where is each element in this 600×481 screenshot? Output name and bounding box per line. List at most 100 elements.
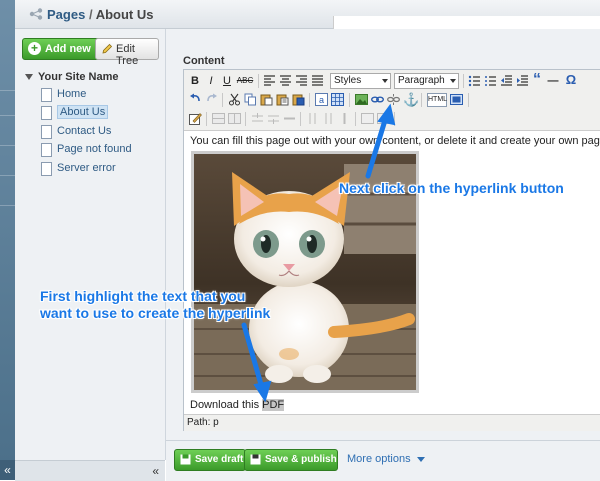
toolbar-divider — [245, 112, 246, 126]
numbered-list-icon[interactable] — [484, 74, 497, 87]
toolbar-divider — [394, 112, 395, 126]
styles-select[interactable]: Styles — [330, 73, 391, 89]
chevron-down-icon — [416, 456, 425, 462]
page-icon — [41, 106, 52, 120]
save-draft-label: Save draft — [195, 454, 244, 465]
tree-item-label: Contact Us — [57, 125, 112, 137]
bold-button[interactable]: B — [189, 74, 201, 88]
strip-collapse-button[interactable]: « — [0, 460, 15, 480]
strip-divider — [0, 145, 15, 146]
edit-tree-button[interactable]: Edit Tree — [95, 38, 159, 67]
strikethrough-button[interactable]: ABC — [236, 74, 254, 88]
toolbar-divider — [222, 93, 223, 107]
more-options-dropdown[interactable]: More options — [347, 453, 425, 465]
breadcrumb: Pages / About Us — [47, 7, 153, 22]
insert-col-before-icon — [309, 113, 316, 124]
special-character-icon[interactable]: Ω — [564, 73, 578, 87]
toolbar-divider — [355, 112, 356, 126]
indent-icon[interactable] — [516, 74, 529, 87]
toolbar-divider — [300, 112, 301, 126]
table-icon[interactable] — [331, 93, 344, 106]
page-icon — [41, 162, 52, 176]
sidebar-footer: « — [15, 460, 165, 481]
paste-word-icon[interactable] — [292, 93, 305, 106]
download-line[interactable]: Download this PDF — [190, 399, 285, 411]
html-source-button[interactable]: HTML — [427, 93, 447, 107]
merge-cells-icon — [377, 113, 390, 124]
tree-item-label: Server error — [57, 162, 116, 174]
action-bar: Save draft Save & publish More options — [166, 440, 600, 481]
toolbar-divider — [349, 93, 350, 107]
svg-text:a: a — [319, 95, 324, 105]
insert-image-icon[interactable] — [355, 93, 368, 106]
edit-style-icon[interactable] — [189, 112, 202, 125]
select-all-icon[interactable]: a — [315, 93, 328, 106]
save-publish-button[interactable]: Save & publish — [244, 449, 338, 471]
tree-item-label: Page not found — [57, 143, 132, 155]
site-tree-sidebar: + Add new Edit Tree Your Site Name Home … — [15, 29, 166, 460]
align-center-icon[interactable] — [279, 74, 292, 87]
strip-divider — [0, 175, 15, 176]
left-nav-strip: « — [0, 0, 15, 480]
insert-row-before-icon — [252, 113, 263, 122]
toolbar-divider — [463, 74, 464, 88]
align-justify-icon[interactable] — [311, 74, 324, 87]
add-new-button[interactable]: + Add new — [22, 38, 102, 60]
strip-divider — [0, 115, 15, 116]
horizontal-rule-icon[interactable]: — — [546, 74, 560, 88]
format-select[interactable]: Paragraph — [394, 73, 459, 89]
outdent-icon[interactable] — [500, 74, 513, 87]
bullet-list-icon[interactable] — [468, 74, 481, 87]
save-icon — [180, 454, 191, 465]
paste-text-icon[interactable] — [276, 93, 289, 106]
breadcrumb-separator: / — [88, 7, 93, 22]
unlink-icon[interactable] — [387, 93, 400, 106]
tree-root-label: Your Site Name — [38, 71, 119, 83]
expand-triangle-icon[interactable] — [25, 74, 33, 81]
tree-root[interactable]: Your Site Name — [25, 71, 119, 83]
copy-icon[interactable] — [244, 93, 257, 106]
pencil-icon — [102, 43, 113, 54]
delete-row-icon — [284, 117, 295, 120]
underline-button[interactable]: U — [221, 74, 233, 88]
format-select-value: Paragraph — [398, 75, 445, 86]
breadcrumb-pages-link[interactable]: Pages — [47, 7, 85, 22]
blockquote-icon[interactable]: “ — [531, 72, 543, 88]
chevron-down-icon — [450, 79, 456, 83]
save-draft-button[interactable]: Save draft — [174, 449, 246, 471]
collapse-sidebar-button[interactable]: « — [152, 464, 159, 478]
edit-tree-label: Edit Tree — [116, 43, 139, 67]
hyperlink-icon[interactable] — [371, 93, 384, 106]
page-icon — [41, 88, 52, 102]
styles-select-value: Styles — [334, 75, 362, 86]
toolbar-divider — [421, 93, 422, 107]
page-icon — [41, 125, 52, 139]
fullscreen-icon[interactable] — [450, 93, 463, 106]
italic-button[interactable]: I — [205, 74, 217, 88]
insert-col-after-icon — [325, 113, 332, 124]
align-right-icon[interactable] — [295, 74, 308, 87]
toolbar-divider — [309, 93, 310, 107]
main-panel: Content B I U ABC Styles Paragraph “ — Ω… — [166, 29, 600, 481]
undo-icon[interactable] — [189, 93, 202, 106]
paste-icon[interactable] — [260, 93, 273, 106]
delete-col-icon — [343, 113, 346, 124]
download-text: Download this — [190, 399, 263, 411]
more-options-label: More options — [347, 453, 411, 465]
row-props-icon — [212, 113, 225, 124]
cut-icon[interactable] — [228, 93, 241, 106]
editor-body-paragraph[interactable]: You can fill this page out with your own… — [190, 135, 600, 147]
toolbar-divider — [258, 74, 259, 88]
chevron-down-icon — [382, 79, 388, 83]
tree-item-label: About Us — [57, 105, 109, 119]
callout-highlight-line1: First highlight the text that you — [40, 288, 246, 304]
strip-divider — [0, 205, 15, 206]
anchor-icon[interactable]: ⚓ — [403, 93, 419, 107]
align-left-icon[interactable] — [263, 74, 276, 87]
rich-text-editor: B I U ABC Styles Paragraph “ — Ω a ⚓ HTM… — [183, 69, 600, 431]
page-header: Pages / About Us — [15, 0, 600, 35]
insert-row-after-icon — [268, 115, 279, 124]
plus-icon: + — [28, 42, 41, 55]
highlighted-pdf-text[interactable]: PDF — [262, 399, 285, 411]
redo-icon[interactable] — [205, 93, 218, 106]
